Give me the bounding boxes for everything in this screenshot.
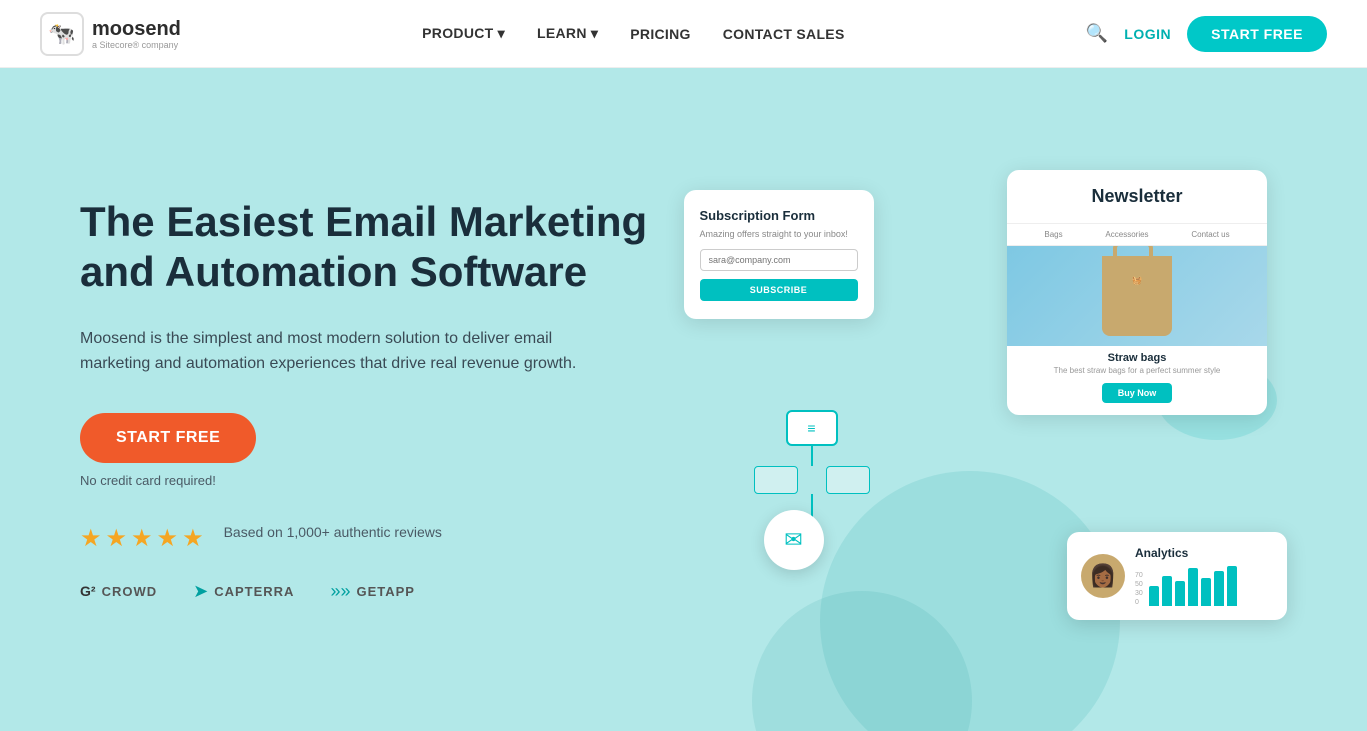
logo-name: moosend — [92, 18, 181, 40]
analytics-bar-2 — [1162, 576, 1172, 606]
newsletter-nav-bags[interactable]: Bags — [1044, 230, 1062, 239]
analytics-bar-4 — [1188, 568, 1198, 606]
analytics-y-labels: 70 50 30 0 — [1135, 572, 1143, 606]
email-node: ✉ — [764, 510, 824, 570]
logo-text: moosend a Sitecore® company — [92, 18, 181, 50]
capterra-icon: ➤ — [193, 581, 208, 602]
nav-product[interactable]: PRODUCT ▾ — [422, 25, 505, 42]
g2-label: CROWD — [102, 584, 158, 599]
review-badges: G² CROWD ➤ Capterra »» GetApp — [80, 581, 684, 602]
newsletter-card: Newsletter Bags Accessories Contact us 🧺… — [1007, 170, 1267, 415]
sub-form-email-input[interactable] — [700, 249, 858, 271]
badge-g2: G² CROWD — [80, 583, 157, 599]
subscription-form-card: Subscription Form Amazing offers straigh… — [684, 190, 874, 319]
analytics-bar-5 — [1201, 578, 1211, 606]
sub-form-title: Subscription Form — [700, 208, 858, 223]
flow-start-icon: ≡ — [807, 420, 815, 436]
flow-branch-left — [754, 466, 798, 494]
getapp-icon: »» — [330, 581, 350, 602]
subscribe-button[interactable]: SUBSCRIBE — [700, 279, 858, 301]
flow-branch-right — [826, 466, 870, 494]
sub-form-desc: Amazing offers straight to your inbox! — [700, 229, 858, 239]
logo-subtitle: a Sitecore® company — [92, 40, 181, 50]
capterra-label: Capterra — [214, 584, 294, 599]
newsletter-title: Newsletter — [1023, 186, 1251, 207]
newsletter-product-image: 🧺 — [1007, 246, 1267, 346]
newsletter-nav-accessories[interactable]: Accessories — [1105, 230, 1148, 239]
g2-icon: G² — [80, 583, 96, 599]
bag-visual: 🧺 — [1102, 256, 1172, 336]
newsletter-product-desc: The best straw bags for a perfect summer… — [1007, 366, 1267, 383]
nav-contact-sales[interactable]: CONTACT SALES — [723, 26, 845, 42]
analytics-title: Analytics — [1135, 546, 1273, 560]
search-icon[interactable]: 🔍 — [1086, 23, 1108, 44]
hero-description: Moosend is the simplest and most modern … — [80, 326, 580, 377]
nav-pricing[interactable]: PRICING — [630, 26, 690, 42]
newsletter-nav-contact[interactable]: Contact us — [1191, 230, 1229, 239]
no-credit-label: No credit card required! — [80, 473, 684, 488]
hero-left: The Easiest Email Marketing and Automati… — [80, 197, 684, 602]
nav-learn[interactable]: LEARN ▾ — [537, 25, 598, 42]
nav-links: PRODUCT ▾ LEARN ▾ PRICING CONTACT SALES — [422, 25, 844, 42]
newsletter-buy-button[interactable]: Buy Now — [1102, 383, 1173, 403]
analytics-bar-1 — [1149, 586, 1159, 606]
star-2: ★ — [106, 524, 128, 553]
flow-start-node: ≡ — [786, 410, 838, 446]
hero-section: The Easiest Email Marketing and Automati… — [0, 68, 1367, 731]
analytics-bars — [1149, 566, 1237, 606]
star-rating: ★ ★ ★ ★ ★ — [80, 524, 204, 553]
analytics-avatar: 👩🏾 — [1081, 554, 1125, 598]
getapp-label: GetApp — [356, 584, 415, 599]
star-5: ★ — [182, 524, 204, 553]
hero-start-free-button[interactable]: START FREE — [80, 413, 256, 463]
analytics-bar-3 — [1175, 581, 1185, 606]
flow-branches — [754, 466, 870, 494]
analytics-bar-6 — [1214, 571, 1224, 606]
start-free-nav-button[interactable]: START FREE — [1187, 16, 1327, 52]
avatar-emoji: 👩🏾 — [1089, 563, 1116, 589]
logo-icon: 🐄 — [40, 12, 84, 56]
flow-node-left — [754, 466, 798, 494]
badge-capterra: ➤ Capterra — [193, 581, 294, 602]
newsletter-header: Newsletter — [1007, 170, 1267, 224]
star-1: ★ — [80, 524, 102, 553]
star-4: ★ — [157, 524, 179, 553]
navigation: 🐄 moosend a Sitecore® company PRODUCT ▾ … — [0, 0, 1367, 68]
flow-node-right — [826, 466, 870, 494]
analytics-bar-7 — [1227, 566, 1237, 606]
login-button[interactable]: LOGIN — [1124, 26, 1171, 42]
badge-getapp: »» GetApp — [330, 581, 415, 602]
star-3: ★ — [131, 524, 153, 553]
flow-line-1 — [811, 446, 813, 466]
automation-flow: ≡ — [754, 410, 870, 524]
hero-title: The Easiest Email Marketing and Automati… — [80, 197, 684, 298]
nav-right: 🔍 LOGIN START FREE — [1086, 16, 1327, 52]
analytics-card: 👩🏾 Analytics 70 50 30 0 — [1067, 532, 1287, 620]
stars-row: ★ ★ ★ ★ ★ Based on 1,000+ authentic revi… — [80, 524, 684, 561]
newsletter-product-name: Straw bags — [1007, 346, 1267, 366]
logo[interactable]: 🐄 moosend a Sitecore® company — [40, 12, 181, 56]
email-icon: ✉ — [784, 527, 802, 553]
newsletter-nav: Bags Accessories Contact us — [1007, 224, 1267, 246]
bag-handle — [1113, 246, 1153, 258]
reviews-text: Based on 1,000+ authentic reviews — [224, 524, 442, 540]
analytics-content: Analytics 70 50 30 0 — [1135, 546, 1273, 606]
